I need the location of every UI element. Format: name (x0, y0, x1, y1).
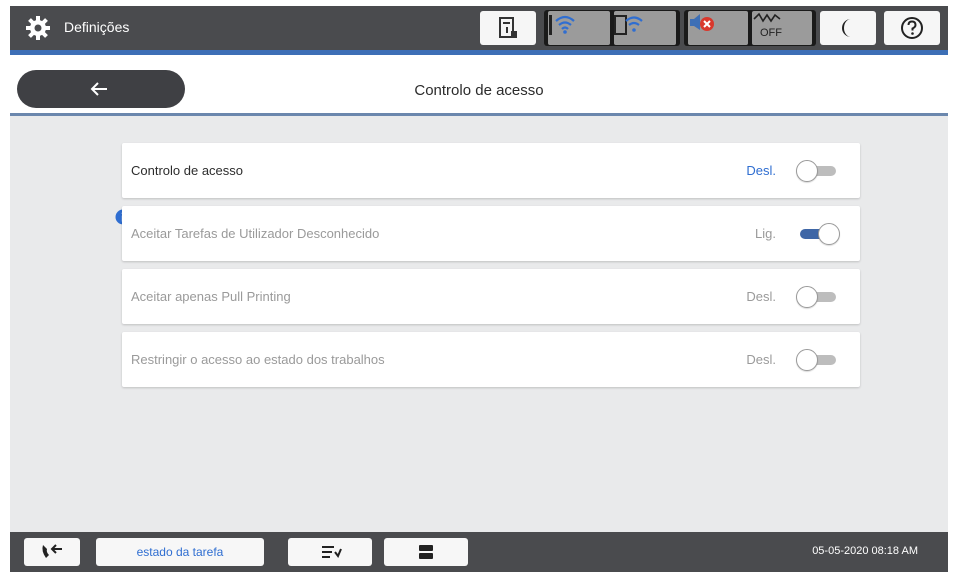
setting-row-pull-printing-only[interactable]: Aceitar apenas Pull Printing Desl. (122, 269, 860, 324)
setting-row-accept-unknown-user-jobs[interactable]: Aceitar Tarefas de Utilizador Desconheci… (122, 206, 860, 261)
printer-panel-screen: Definições OFF Controlo de acesso Contro… (0, 0, 954, 576)
sleep-mode-icon (842, 19, 851, 37)
panel-display: Definições OFF Controlo de acesso Contro… (10, 6, 948, 572)
setting-row-access-control[interactable]: Controlo de acesso Desl. (122, 143, 860, 198)
copy-button[interactable] (384, 538, 468, 566)
data-transfer-icon (322, 546, 342, 558)
page-title: Controlo de acesso (414, 82, 544, 99)
wifi-icon (549, 15, 575, 35)
fax-button[interactable] (24, 538, 80, 566)
setting-state: Desl. (746, 289, 776, 304)
app-title: Definições (64, 19, 130, 35)
bottom-bar: estado da tarefa 05-05-2020 08:18 AM (10, 532, 948, 572)
access-control-toggle[interactable] (796, 160, 840, 182)
eco-off-label: OFF (760, 27, 782, 39)
help-icon (901, 17, 923, 39)
setting-state: Desl. (746, 163, 776, 178)
setting-state: Desl. (746, 352, 776, 367)
copy-icon (419, 545, 433, 559)
setting-label: Restringir o acesso ao estado dos trabal… (131, 352, 385, 367)
mute-icon (690, 14, 714, 31)
wifi-direct-status-button[interactable] (614, 11, 676, 45)
job-status-button[interactable]: estado da tarefa (96, 538, 264, 566)
setting-label: Aceitar apenas Pull Printing (131, 289, 291, 304)
screen-header: Controlo de acesso (10, 55, 948, 116)
wifi-status-button[interactable] (548, 11, 610, 45)
eco-status-button[interactable]: OFF (752, 11, 812, 45)
eco-off-icon: OFF (753, 12, 782, 39)
gear-icon (26, 16, 50, 40)
data-transfer-button[interactable] (288, 538, 372, 566)
fax-icon (42, 544, 62, 558)
pull-printing-only-toggle[interactable] (796, 286, 840, 308)
mute-status-button[interactable] (688, 11, 748, 45)
setting-state: Lig. (755, 226, 776, 241)
setting-row-restrict-job-status[interactable]: Restringir o acesso ao estado dos trabal… (122, 332, 860, 387)
accept-unknown-user-jobs-toggle[interactable] (796, 223, 840, 245)
restrict-job-status-toggle[interactable] (796, 349, 840, 371)
help-button[interactable] (884, 11, 940, 45)
datetime: 05-05-2020 08:18 AM (812, 545, 918, 557)
job-status-label: estado da tarefa (136, 545, 224, 559)
setting-label: Controlo de acesso (131, 163, 244, 178)
sleep-mode-button[interactable] (820, 11, 876, 45)
wifi-direct-icon (614, 15, 643, 35)
document-status-button[interactable] (480, 11, 536, 45)
top-status-bar: Definições OFF (10, 6, 948, 50)
setting-label: Aceitar Tarefas de Utilizador Desconheci… (131, 226, 380, 241)
document-status-icon (499, 17, 517, 38)
